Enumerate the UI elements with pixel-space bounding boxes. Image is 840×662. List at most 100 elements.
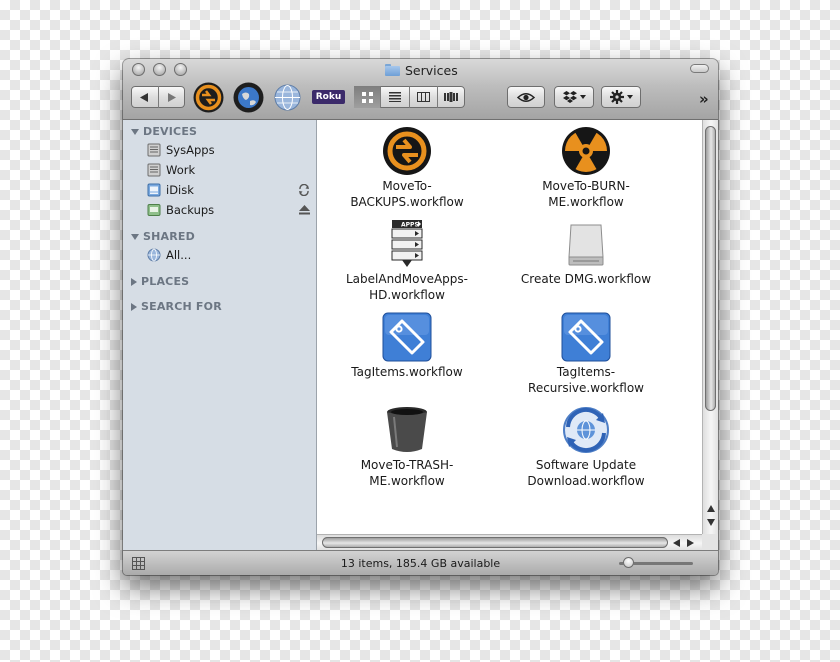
file-name-line: Software Update xyxy=(535,458,637,472)
window-title: Services xyxy=(385,62,458,78)
dropbox-icon xyxy=(562,91,577,103)
horizontal-scrollbar[interactable] xyxy=(317,534,702,551)
sidebar-section-devices[interactable]: DEVICES xyxy=(131,125,197,138)
view-mode-control xyxy=(354,86,465,108)
file-name-line: Recursive.workflow xyxy=(528,381,644,395)
apps-badge: APPS xyxy=(401,222,419,229)
file-name-line: MoveTo-TRASH- xyxy=(360,458,454,472)
sidebar-item-label: SysApps xyxy=(166,143,215,157)
file-browser-content: MoveTo- BACKUPS.workflow MoveTo-BURN- ME… xyxy=(317,120,702,534)
list-view-button[interactable] xyxy=(380,86,408,108)
vertical-scrollbar[interactable] xyxy=(702,120,718,534)
toolbar-overflow-button[interactable]: » xyxy=(699,90,709,108)
scroll-up-arrow-icon[interactable] xyxy=(707,505,715,512)
nav-buttons xyxy=(131,86,185,108)
file-name-line: LabelAndMoveApps- xyxy=(345,272,468,286)
back-arrow-icon xyxy=(140,92,149,102)
folder-icon xyxy=(385,64,400,76)
apps-list-icon: APPS xyxy=(391,220,423,267)
column-view-button[interactable] xyxy=(408,86,437,108)
idisk-icon xyxy=(147,183,161,197)
scrollbar-corner xyxy=(702,534,718,550)
minimize-window-button[interactable] xyxy=(153,63,166,76)
zoom-window-button[interactable] xyxy=(174,63,187,76)
chevron-down-icon xyxy=(626,95,633,99)
horizontal-scroll-thumb[interactable] xyxy=(322,537,668,548)
title-bar: Services Roku » xyxy=(123,59,718,120)
sync-icon[interactable] xyxy=(298,184,310,196)
sidebar-item-label: All... xyxy=(166,248,192,262)
network-globe-icon[interactable] xyxy=(274,84,301,111)
trash-icon xyxy=(387,407,427,452)
disclosure-triangle-icon xyxy=(131,277,137,286)
file-name-line: ME.workflow xyxy=(548,195,624,209)
dropbox-menu-button[interactable] xyxy=(554,86,594,108)
coverflow-view-icon xyxy=(444,92,459,102)
file-name-line: BACKUPS.workflow xyxy=(350,195,464,209)
sidebar-item-label: iDisk xyxy=(166,183,194,197)
eject-icon[interactable] xyxy=(299,205,310,215)
network-globe-icon xyxy=(147,248,161,262)
sidebar-item-work[interactable]: Work xyxy=(147,162,195,178)
file-name-line: Create DMG.workflow xyxy=(520,272,652,286)
column-view-icon xyxy=(416,92,430,102)
sidebar: DEVICES SysApps Work iDisk Backups SHARE… xyxy=(123,120,317,550)
sidebar-section-label: DEVICES xyxy=(143,125,198,138)
scroll-right-arrow-icon[interactable] xyxy=(687,539,694,547)
sidebar-item-label: Work xyxy=(166,163,196,177)
status-bar: 13 items, 185.4 GB available xyxy=(123,550,718,575)
sidebar-section-search-for[interactable]: SEARCH FOR xyxy=(131,300,222,313)
finder-window: Services Roku » DEVICES SysApps Work iDi… xyxy=(123,59,718,575)
sidebar-section-label: SEARCH FOR xyxy=(141,300,222,313)
forward-arrow-icon xyxy=(167,92,176,102)
tag-icon xyxy=(382,312,432,362)
window-title-text: Services xyxy=(405,62,458,78)
roku-label: Roku xyxy=(315,92,342,102)
sidebar-item-sysapps[interactable]: SysApps xyxy=(147,142,215,158)
file-name-line: MoveTo- xyxy=(382,179,432,193)
software-update-icon xyxy=(563,407,609,453)
disclosure-triangle-icon xyxy=(131,128,139,135)
disclosure-triangle-icon xyxy=(131,233,139,240)
file-name-line: TagItems- xyxy=(556,365,616,379)
scroll-down-arrow-icon[interactable] xyxy=(707,519,715,526)
sidebar-section-places[interactable]: PLACES xyxy=(131,275,189,288)
sidebar-section-label: PLACES xyxy=(141,275,190,288)
icon-view-icon xyxy=(361,91,373,103)
back-button[interactable] xyxy=(131,86,158,108)
file-name-line: MoveTo-BURN- xyxy=(542,179,630,193)
quick-look-button[interactable] xyxy=(507,86,545,108)
sidebar-section-shared[interactable]: SHARED xyxy=(131,230,195,243)
sidebar-item-all-shared[interactable]: All... xyxy=(147,247,191,263)
icon-view-button[interactable] xyxy=(354,86,381,108)
icon-size-slider-knob[interactable] xyxy=(623,557,634,568)
sync-arrows-icon xyxy=(383,127,431,175)
chevron-down-icon xyxy=(579,95,586,99)
list-view-icon xyxy=(388,92,401,102)
tag-icon xyxy=(561,312,611,362)
toolbar-toggle-button[interactable] xyxy=(690,64,709,73)
disk-image-icon xyxy=(568,224,604,266)
file-name-line: Download.workflow xyxy=(527,474,645,488)
file-name-line: TagItems.workflow xyxy=(351,365,463,379)
file-name-line: ME.workflow xyxy=(369,474,445,488)
forward-button[interactable] xyxy=(157,86,186,108)
file-name-line: HD.workflow xyxy=(369,288,445,302)
sidebar-item-backups[interactable]: Backups xyxy=(147,202,214,218)
disclosure-triangle-icon xyxy=(131,302,137,311)
scroll-left-arrow-icon[interactable] xyxy=(673,539,680,547)
close-window-button[interactable] xyxy=(132,63,145,76)
hard-drive-icon xyxy=(147,143,161,157)
roku-button[interactable]: Roku xyxy=(312,90,345,104)
sync-toolbar-icon[interactable] xyxy=(193,82,224,113)
vertical-scroll-thumb[interactable] xyxy=(705,126,716,411)
action-menu-button[interactable] xyxy=(601,86,641,108)
globe-toolbar-icon[interactable] xyxy=(233,82,264,113)
sidebar-item-idisk[interactable]: iDisk xyxy=(147,182,194,198)
radiation-icon xyxy=(562,127,610,175)
sidebar-item-label: Backups xyxy=(166,203,215,217)
eye-icon xyxy=(517,92,535,102)
gear-icon xyxy=(609,90,624,104)
coverflow-view-button[interactable] xyxy=(436,86,465,108)
sidebar-section-label: SHARED xyxy=(143,230,195,243)
